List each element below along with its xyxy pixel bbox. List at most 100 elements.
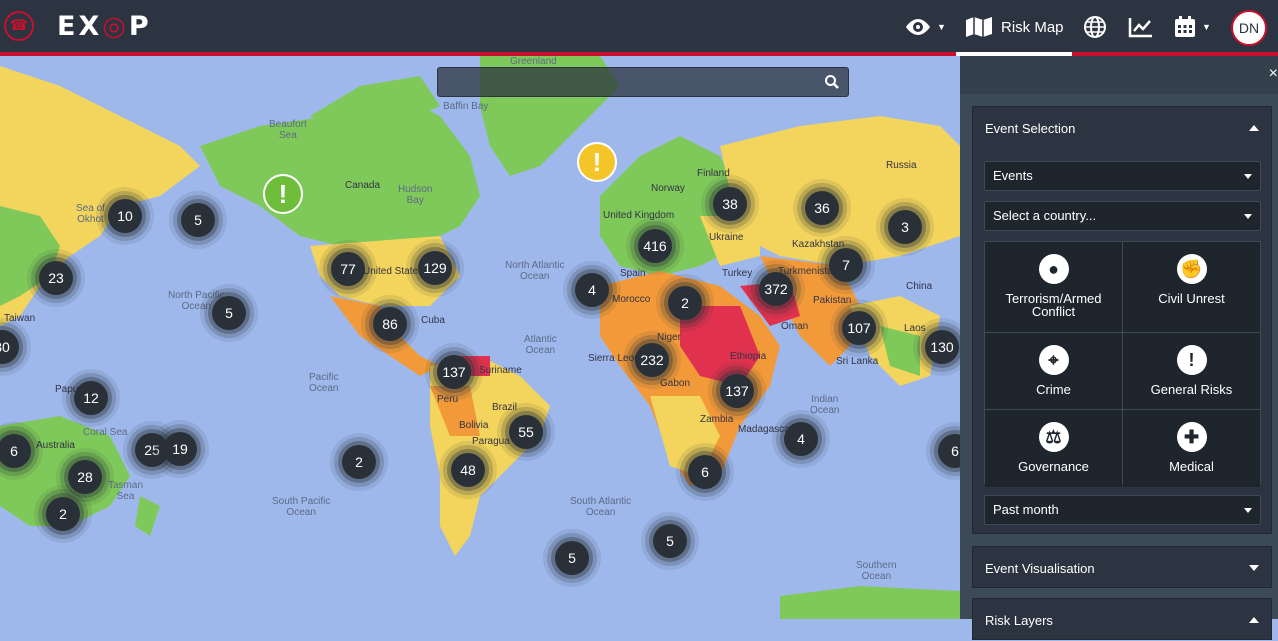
tab-risk-map[interactable]: Risk Map [956,0,1072,54]
general-risk-alert-pin[interactable]: ! [577,142,617,182]
map-label-baffin-bay: Baffin Bay [443,101,489,112]
map-label-coral-sea: Coral Sea [83,427,128,438]
map-label-turkey: Turkey [722,268,753,279]
event-visualisation-section[interactable]: Event Visualisation [972,546,1272,588]
category-label: Terrorism/Armed Conflict [1005,291,1102,319]
map-label-sri-lanka: Sri Lanka [836,356,879,367]
user-avatar[interactable]: DN [1231,10,1267,46]
country-select[interactable]: Select a country... [984,201,1261,231]
map-label-indian-ocean: Indian Ocean [810,394,840,416]
map-label-zambia: Zambia [700,414,734,425]
category-medical[interactable]: ✚ Medical [1123,410,1260,487]
phone-icon[interactable]: ☎ [4,11,34,41]
event-cluster-marker[interactable]: 19 [163,432,197,466]
category-terrorism-armed-conflict[interactable]: ● Terrorism/Armed Conflict [985,242,1122,332]
event-cluster-marker[interactable]: 77 [331,252,365,286]
event-cluster-marker[interactable]: 137 [437,355,471,389]
category-crime[interactable]: ⌖ Crime [985,333,1122,409]
category-civil-unrest[interactable]: ✊ Civil Unrest [1123,242,1260,332]
category-governance[interactable]: ⚖ Governance [985,410,1122,487]
time-period-select[interactable]: Past month [984,495,1261,525]
event-category-grid: ● Terrorism/Armed Conflict ✊ Civil Unres… [984,241,1261,487]
event-cluster-marker[interactable]: 5 [212,296,246,330]
event-cluster-marker[interactable]: 2 [342,445,376,479]
event-cluster-marker[interactable]: 107 [842,311,876,345]
event-cluster-marker[interactable]: 5 [181,203,215,237]
map-label-australia: Australia [36,440,75,451]
map-label-beaufort-sea: Beaufort Sea [269,119,307,141]
map-label-ethiopia: Ethiopia [730,351,767,362]
map-search-bar[interactable] [437,67,849,97]
chevron-down-icon [1249,565,1259,571]
map-label-morocco: Morocco [612,294,651,305]
risk-layers-section[interactable]: Risk Layers [972,598,1272,640]
event-cluster-marker[interactable]: 7 [829,248,863,282]
category-label: Crime [1036,382,1071,397]
map-search-input[interactable] [438,68,818,96]
tab-analytics[interactable] [1128,0,1154,54]
event-cluster-marker[interactable]: 372 [759,272,793,306]
event-cluster-marker[interactable]: 55 [509,415,543,449]
map-label-brazil: Brazil [492,402,518,413]
event-cluster-marker[interactable]: 12 [74,381,108,415]
events-select-value: Events [993,168,1033,183]
event-cluster-marker[interactable]: 36 [805,191,839,225]
event-cluster-marker[interactable]: 5 [653,524,687,558]
event-cluster-marker[interactable]: 48 [451,453,485,487]
event-cluster-marker[interactable]: 416 [638,229,672,263]
category-general-risks[interactable]: ! General Risks [1123,333,1260,409]
map-control-panel: × Event Selection Events Select a countr… [960,56,1278,640]
map-label-peru: Peru [437,394,459,405]
event-cluster-marker[interactable]: 3 [888,210,922,244]
event-cluster-marker[interactable]: 28 [68,460,102,494]
chevron-down-icon [1244,214,1252,219]
map-label-taiwan: Taiwan [4,313,36,324]
close-icon[interactable]: × [1269,65,1278,83]
map-label-laos: Laos [904,323,926,334]
map-label-niger: Niger [657,332,681,343]
map-label-pakistan: Pakistan [813,295,852,306]
event-cluster-marker[interactable]: 137 [720,374,754,408]
event-cluster-marker[interactable]: 4 [575,273,609,307]
event-cluster-marker[interactable]: 2 [46,497,80,531]
general-risk-alert-pin[interactable]: ! [263,174,303,214]
map-label-spain: Spain [620,268,646,279]
country-select-value: Select a country... [993,208,1097,223]
calendar-menu[interactable]: ▼ [1173,0,1211,54]
time-period-value: Past month [993,502,1059,517]
event-cluster-marker[interactable]: 10 [108,199,142,233]
event-cluster-marker[interactable]: 130 [925,330,959,364]
event-cluster-marker[interactable]: 129 [418,251,452,285]
event-cluster-marker[interactable]: 23 [39,261,73,295]
event-cluster-marker[interactable]: 5 [555,541,589,575]
tab-global[interactable] [1083,0,1107,54]
chevron-up-icon [1249,125,1259,131]
event-selection-header[interactable]: Event Selection [973,107,1271,149]
map-label-atlantic: Atlantic Ocean [524,334,557,356]
chevron-up-icon [1249,617,1259,623]
map-label-tasman-sea: Tasman Sea [108,480,144,502]
event-cluster-marker[interactable]: 2 [668,286,702,320]
map-label-paraguay: Paragua [472,436,510,447]
map-label-cuba: Cuba [421,315,445,326]
category-label: Civil Unrest [1158,291,1225,306]
scales-icon: ⚖ [1038,422,1069,452]
event-cluster-marker[interactable]: 86 [373,307,407,341]
map-label-greenland: Greenland [510,56,557,67]
line-chart-icon [1128,18,1152,38]
risk-layers-header[interactable]: Risk Layers [973,599,1271,641]
event-cluster-marker[interactable]: 38 [713,187,747,221]
bomb-icon: ● [1038,254,1069,284]
event-selection-title: Event Selection [985,120,1076,136]
event-cluster-marker[interactable]: 232 [635,343,669,377]
events-select[interactable]: Events [984,161,1261,191]
event-visualisation-header[interactable]: Event Visualisation [973,547,1271,589]
event-cluster-marker[interactable]: 6 [688,455,722,489]
gun-icon: ⌖ [1038,345,1069,375]
visibility-menu[interactable]: ▼ [904,0,946,54]
event-cluster-marker[interactable]: 4 [784,422,818,456]
map-label-south-pacific: South Pacific Ocean [272,496,331,518]
risk-map[interactable]: Greenland Baffin Bay Beaufort Sea Canada… [0,56,960,619]
exop-logo[interactable]: EX◎P [57,11,152,42]
search-icon[interactable] [824,74,840,90]
